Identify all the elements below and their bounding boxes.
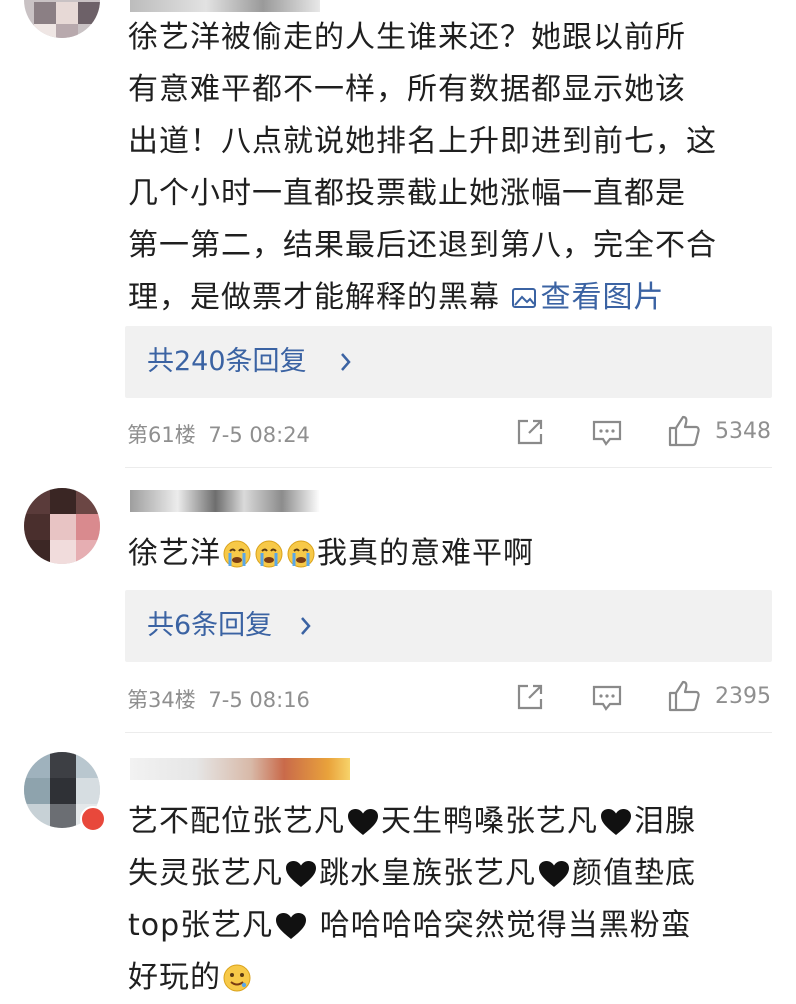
comment-line: 第一第二，结果最后还退到第八，完全不合 — [128, 228, 717, 263]
comment-segment: 泪腺 — [634, 804, 696, 839]
comment-segment: 失灵张艺凡 — [128, 856, 283, 891]
comment-line: 好玩的 — [128, 952, 778, 1004]
comment-segment: 好玩的 — [128, 960, 221, 995]
comment-segment: top张艺凡 — [128, 908, 274, 943]
comment-line: 失灵张艺凡 跳水皇族张艺凡 颜值垫底 — [128, 848, 778, 900]
comment-line: 几个小时一直都投票截止她涨幅一直都是 — [128, 176, 686, 211]
replies-box[interactable]: 共6条回复 — [125, 590, 772, 662]
comment-segment: 天生鸭嗓张艺凡 — [381, 804, 598, 839]
verified-badge — [80, 806, 106, 832]
comment-line-text: 理，是做票才能解释的黑幕 — [128, 280, 500, 315]
like-count: 2395 — [715, 684, 771, 709]
comment-segment: 艺不配位张艺凡 — [128, 804, 345, 839]
comment-segment: 跳水皇族张艺凡 — [319, 856, 536, 891]
drooling-emoji-icon — [223, 964, 251, 992]
avatar[interactable] — [24, 0, 100, 38]
crying-emoji-icon — [223, 540, 251, 568]
replies-count-link[interactable]: 共6条回复 — [147, 590, 272, 662]
thumbs-up-icon[interactable] — [667, 679, 701, 713]
comment-line: 徐艺洋被偷走的人生谁来还？她跟以前所 — [128, 20, 686, 55]
comment-meta: 第61楼 7-5 08:24 — [127, 419, 316, 449]
comment-line: 出道！八点就说她排名上升即进到前七，这 — [128, 124, 717, 159]
crying-emoji-icon — [287, 540, 315, 568]
replies-box[interactable]: 共240条回复 — [125, 326, 772, 398]
black-heart-icon — [539, 861, 569, 887]
timestamp: 7-5 08:24 — [208, 423, 310, 447]
username-blurred[interactable] — [130, 490, 320, 512]
thumbs-up-icon[interactable] — [667, 414, 701, 448]
comment-segment: 哈哈哈哈突然觉得当黑粉蛮 — [309, 908, 692, 943]
chevron-right-icon — [341, 353, 351, 371]
comment-text: 徐艺洋被偷走的人生谁来还？她跟以前所 有意难平都不一样，所有数据都显示她该 出道… — [128, 12, 778, 324]
black-heart-icon — [286, 861, 316, 887]
chevron-right-icon — [301, 617, 311, 635]
timestamp: 7-5 08:16 — [208, 688, 310, 712]
divider — [125, 467, 772, 468]
username-blurred[interactable] — [130, 758, 350, 780]
comment-text: 艺不配位张艺凡 天生鸭嗓张艺凡 泪腺 失灵张艺凡 跳水皇族张艺凡 颜值垫底 top张艺凡… — [128, 796, 778, 1004]
comment-meta: 第34楼 7-5 08:16 — [127, 684, 316, 714]
share-icon[interactable] — [515, 683, 545, 711]
view-image-link[interactable]: 查看图片 — [511, 280, 665, 315]
image-icon — [511, 288, 536, 308]
floor-number: 第61楼 — [127, 423, 196, 447]
black-heart-icon — [601, 809, 631, 835]
comment-line: top张艺凡 哈哈哈哈突然觉得当黑粉蛮 — [128, 900, 778, 952]
crying-emoji-icon — [255, 540, 283, 568]
comment-line: 艺不配位张艺凡 天生鸭嗓张艺凡 泪腺 — [128, 796, 778, 848]
share-icon[interactable] — [515, 418, 545, 446]
black-heart-icon — [276, 913, 307, 939]
avatar[interactable] — [24, 488, 100, 564]
floor-number: 第34楼 — [127, 688, 196, 712]
comment-segment: 颜值垫底 — [572, 856, 696, 891]
comment-text-end: 我真的意难平啊 — [317, 536, 534, 571]
black-heart-icon — [348, 809, 378, 835]
replies-count-link[interactable]: 共240条回复 — [147, 326, 307, 398]
comment-line: 有意难平都不一样，所有数据都显示她该 — [128, 72, 686, 107]
like-count: 5348 — [715, 419, 771, 444]
username-blurred[interactable] — [130, 0, 320, 12]
comment-line: 理，是做票才能解释的黑幕 查看图片 — [128, 272, 778, 324]
view-image-label: 查看图片 — [540, 280, 665, 315]
comment-text-start: 徐艺洋 — [128, 536, 221, 571]
comment-icon[interactable] — [591, 684, 623, 712]
comment-icon[interactable] — [591, 419, 623, 447]
comment-text: 徐艺洋 我真的意难平啊 — [128, 528, 778, 580]
divider — [125, 732, 772, 733]
